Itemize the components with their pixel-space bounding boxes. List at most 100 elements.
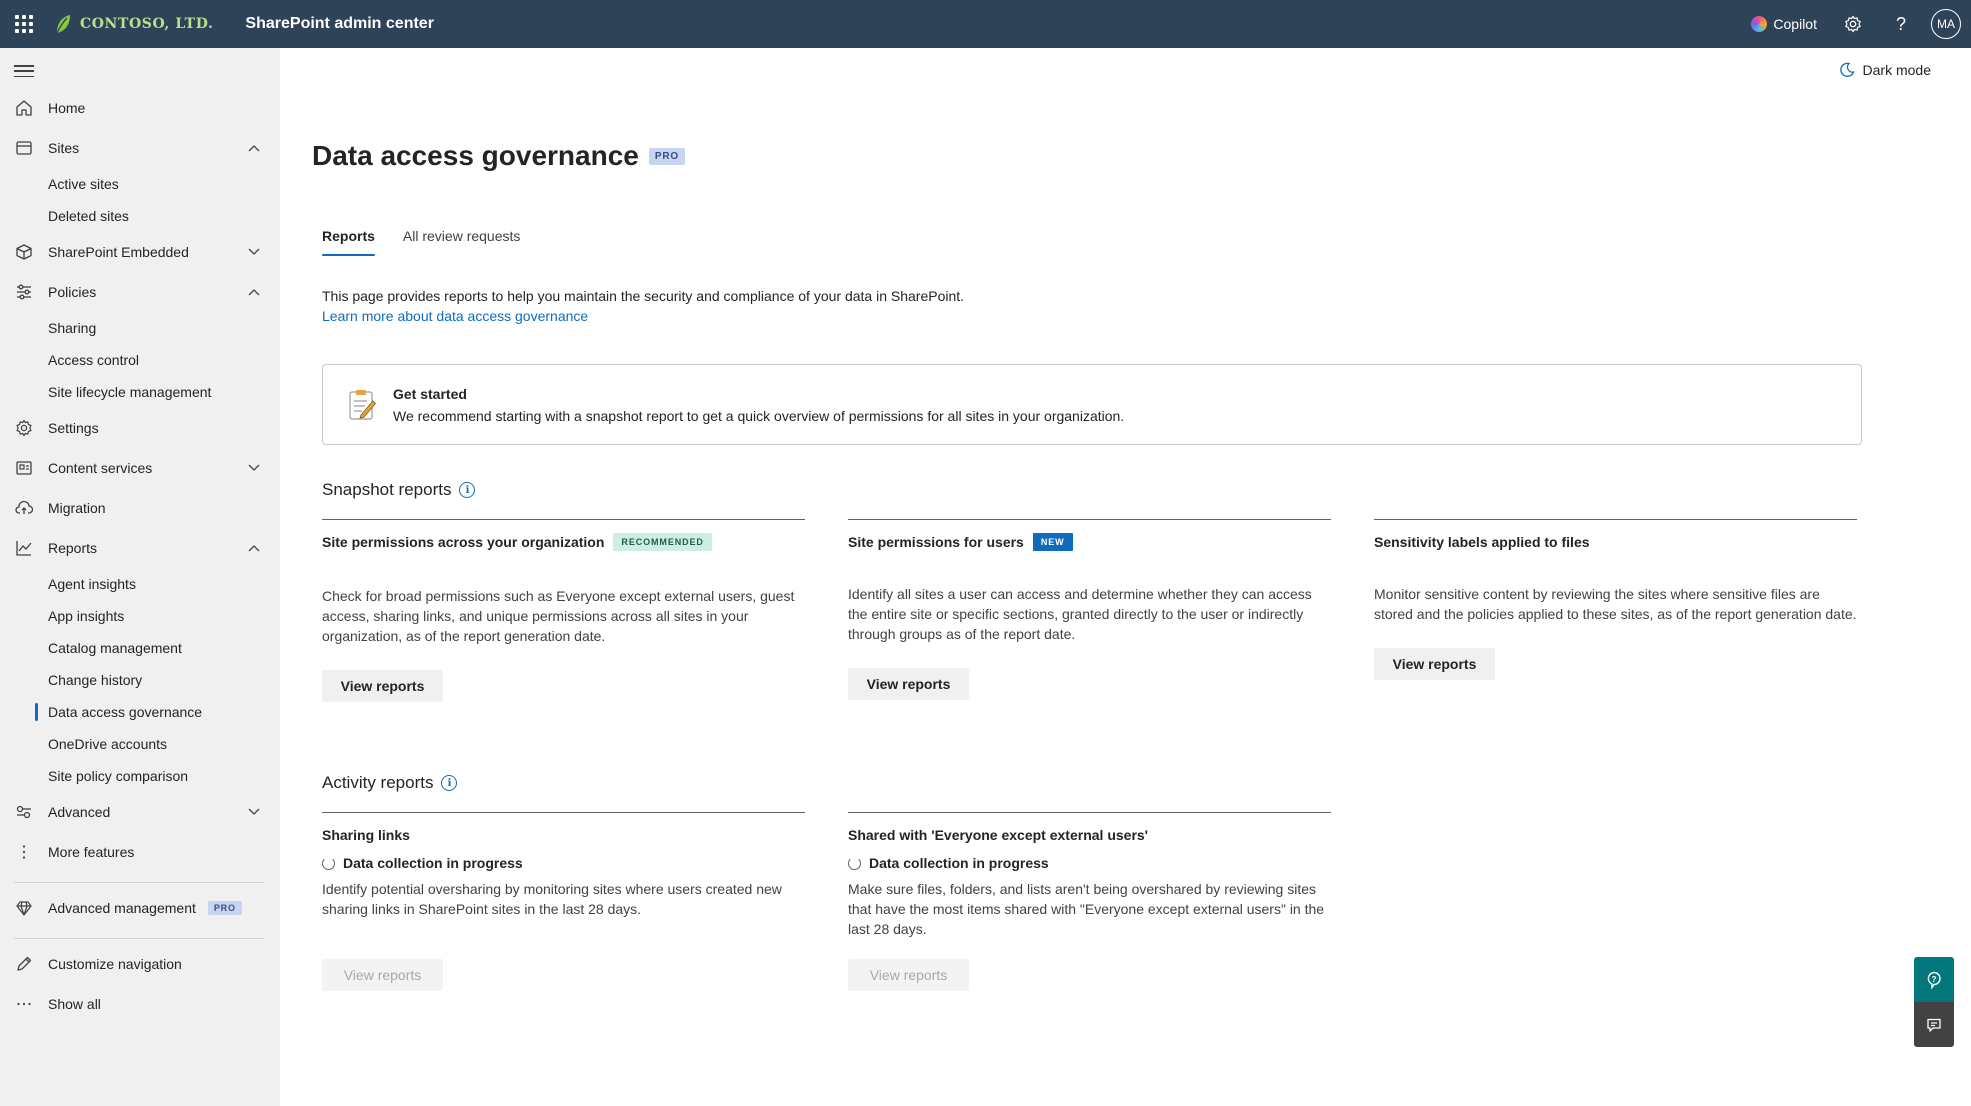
nav-item-change-history[interactable]: Change history bbox=[48, 666, 142, 694]
section-title: Activity reports bbox=[322, 773, 434, 792]
section-title: Snapshot reports bbox=[322, 480, 452, 499]
nav-item-reports[interactable]: Reports bbox=[0, 532, 280, 564]
nav-item-advanced-management[interactable]: Advanced management PRO bbox=[0, 892, 280, 924]
question-bubble-icon: ? bbox=[1927, 971, 1941, 989]
contoso-logo[interactable]: CONTOSO, LTD. bbox=[54, 13, 213, 35]
help-chat-button[interactable]: ? bbox=[1914, 957, 1954, 1002]
nav-item-settings[interactable]: Settings bbox=[0, 412, 280, 444]
get-started-text: We recommend starting with a snapshot re… bbox=[393, 407, 1125, 424]
description-text: This page provides reports to help you m… bbox=[322, 288, 965, 304]
sync-icon bbox=[322, 856, 335, 870]
card-title: Site permissions for users NEW bbox=[848, 532, 1331, 552]
nav-item-catalog-management[interactable]: Catalog management bbox=[48, 634, 182, 662]
nav-label: Home bbox=[48, 100, 86, 116]
feedback-icon bbox=[1927, 1018, 1941, 1032]
brand-name: CONTOSO, LTD. bbox=[80, 16, 214, 32]
dark-mode-toggle[interactable]: Dark mode bbox=[1839, 62, 1931, 78]
nav-label: Advanced bbox=[48, 804, 111, 820]
chart-line-icon bbox=[16, 541, 32, 556]
view-reports-button[interactable]: View reports bbox=[322, 959, 443, 991]
nav-item-content-services[interactable]: Content services bbox=[0, 452, 280, 484]
nav-item-customize-navigation[interactable]: Customize navigation bbox=[0, 948, 280, 980]
tab-reports[interactable]: Reports bbox=[322, 228, 375, 256]
nav-item-active-sites[interactable]: Active sites bbox=[48, 170, 119, 198]
copilot-button[interactable]: Copilot bbox=[1739, 16, 1829, 32]
nav-label: SharePoint Embedded bbox=[48, 244, 189, 260]
settings-button[interactable] bbox=[1829, 0, 1877, 48]
nav-item-access-control[interactable]: Access control bbox=[48, 346, 139, 374]
nav-item-sharing[interactable]: Sharing bbox=[48, 314, 96, 342]
nav-label: Reports bbox=[48, 540, 98, 556]
report-card: Site permissions across your organizatio… bbox=[322, 519, 805, 702]
feedback-button[interactable] bbox=[1914, 1002, 1954, 1047]
pencil-icon bbox=[17, 956, 32, 971]
nav-item-data-access-governance[interactable]: Data access governance bbox=[34, 698, 202, 726]
info-icon[interactable]: i bbox=[441, 775, 458, 791]
question-mark-icon: ? bbox=[1895, 13, 1906, 34]
notepad-icon bbox=[349, 389, 377, 420]
nav-item-advanced[interactable]: Advanced bbox=[0, 796, 280, 828]
copilot-label: Copilot bbox=[1773, 16, 1817, 32]
nav-label: Show all bbox=[48, 996, 101, 1012]
card-description: Identify all sites a user can access and… bbox=[848, 586, 1312, 642]
status-indicator: Data collection in progress bbox=[848, 855, 1331, 871]
nav-item-home[interactable]: Home bbox=[0, 92, 280, 124]
app-launcher-button[interactable] bbox=[0, 0, 48, 48]
pro-badge: PRO bbox=[207, 901, 242, 915]
nav-item-policies[interactable]: Policies bbox=[0, 276, 280, 308]
info-icon[interactable]: i bbox=[459, 482, 476, 498]
gear-icon bbox=[16, 419, 32, 437]
card-title-text: Shared with 'Everyone except external us… bbox=[848, 827, 1149, 843]
nav-item-site-policy-comparison[interactable]: Site policy comparison bbox=[48, 762, 188, 790]
sliders-icon bbox=[17, 284, 31, 300]
learn-more-link[interactable]: Learn more about data access governance bbox=[322, 306, 964, 326]
diamond-icon bbox=[16, 901, 32, 916]
card-description: Check for broad permissions such as Ever… bbox=[322, 588, 795, 644]
view-reports-button[interactable]: View reports bbox=[848, 668, 969, 700]
floating-help-stack: ? bbox=[1914, 957, 1954, 1047]
nav-item-app-insights[interactable]: App insights bbox=[48, 602, 124, 630]
nav-item-more-features[interactable]: More features bbox=[0, 836, 280, 868]
nav-item-sites[interactable]: Sites bbox=[0, 132, 280, 164]
view-reports-button[interactable]: View reports bbox=[848, 959, 969, 991]
status-text: Data collection in progress bbox=[869, 855, 1049, 871]
card-title: Site permissions across your organizatio… bbox=[322, 532, 805, 552]
help-button[interactable]: ? bbox=[1877, 0, 1925, 48]
nav-item-deleted-sites[interactable]: Deleted sites bbox=[48, 202, 129, 230]
nav-item-agent-insights[interactable]: Agent insights bbox=[48, 570, 136, 598]
card-description: Identify potential oversharing by monito… bbox=[322, 881, 782, 917]
sync-icon bbox=[848, 856, 861, 870]
dark-mode-label: Dark mode bbox=[1862, 62, 1931, 78]
hamburger-menu-icon[interactable] bbox=[14, 62, 34, 80]
avatar[interactable]: MA bbox=[1931, 9, 1961, 39]
nav-label: Policies bbox=[48, 284, 97, 300]
page-description: This page provides reports to help you m… bbox=[322, 286, 964, 326]
tab-all-review-requests[interactable]: All review requests bbox=[403, 228, 521, 256]
nav-item-show-all[interactable]: Show all bbox=[0, 988, 280, 1020]
card-description: Make sure files, folders, and lists aren… bbox=[848, 881, 1325, 937]
nav-label: Sites bbox=[48, 140, 80, 156]
chevron-up-icon bbox=[242, 544, 266, 552]
tab-list: Reports All review requests bbox=[322, 228, 520, 256]
nav-label: Settings bbox=[48, 420, 99, 436]
page-title: Data access governance bbox=[312, 140, 639, 171]
view-reports-button[interactable]: View reports bbox=[1374, 648, 1495, 680]
nav-item-site-lifecycle[interactable]: Site lifecycle management bbox=[48, 378, 211, 406]
status-text: Data collection in progress bbox=[343, 855, 523, 871]
nav-label: Customize navigation bbox=[48, 956, 182, 972]
nav-item-sharepoint-embedded[interactable]: SharePoint Embedded bbox=[0, 236, 280, 268]
view-reports-button[interactable]: View reports bbox=[322, 670, 443, 702]
get-started-banner: Get started We recommend starting with a… bbox=[322, 364, 1862, 445]
nav-item-migration[interactable]: Migration bbox=[0, 492, 280, 524]
activity-reports-heading: Activity reports i bbox=[322, 773, 458, 793]
report-card: Sensitivity labels applied to files Moni… bbox=[1374, 519, 1857, 680]
gear-icon bbox=[1845, 15, 1861, 33]
waffle-icon bbox=[15, 15, 33, 33]
app-title[interactable]: SharePoint admin center bbox=[245, 15, 434, 33]
chevron-down-icon bbox=[242, 808, 266, 816]
cloud-upload-icon bbox=[15, 500, 33, 514]
home-icon bbox=[16, 100, 32, 116]
nav-item-onedrive-accounts[interactable]: OneDrive accounts bbox=[48, 730, 167, 758]
card-title-text: Sharing links bbox=[322, 827, 410, 843]
report-card: Site permissions for users NEW Identify … bbox=[848, 519, 1331, 700]
